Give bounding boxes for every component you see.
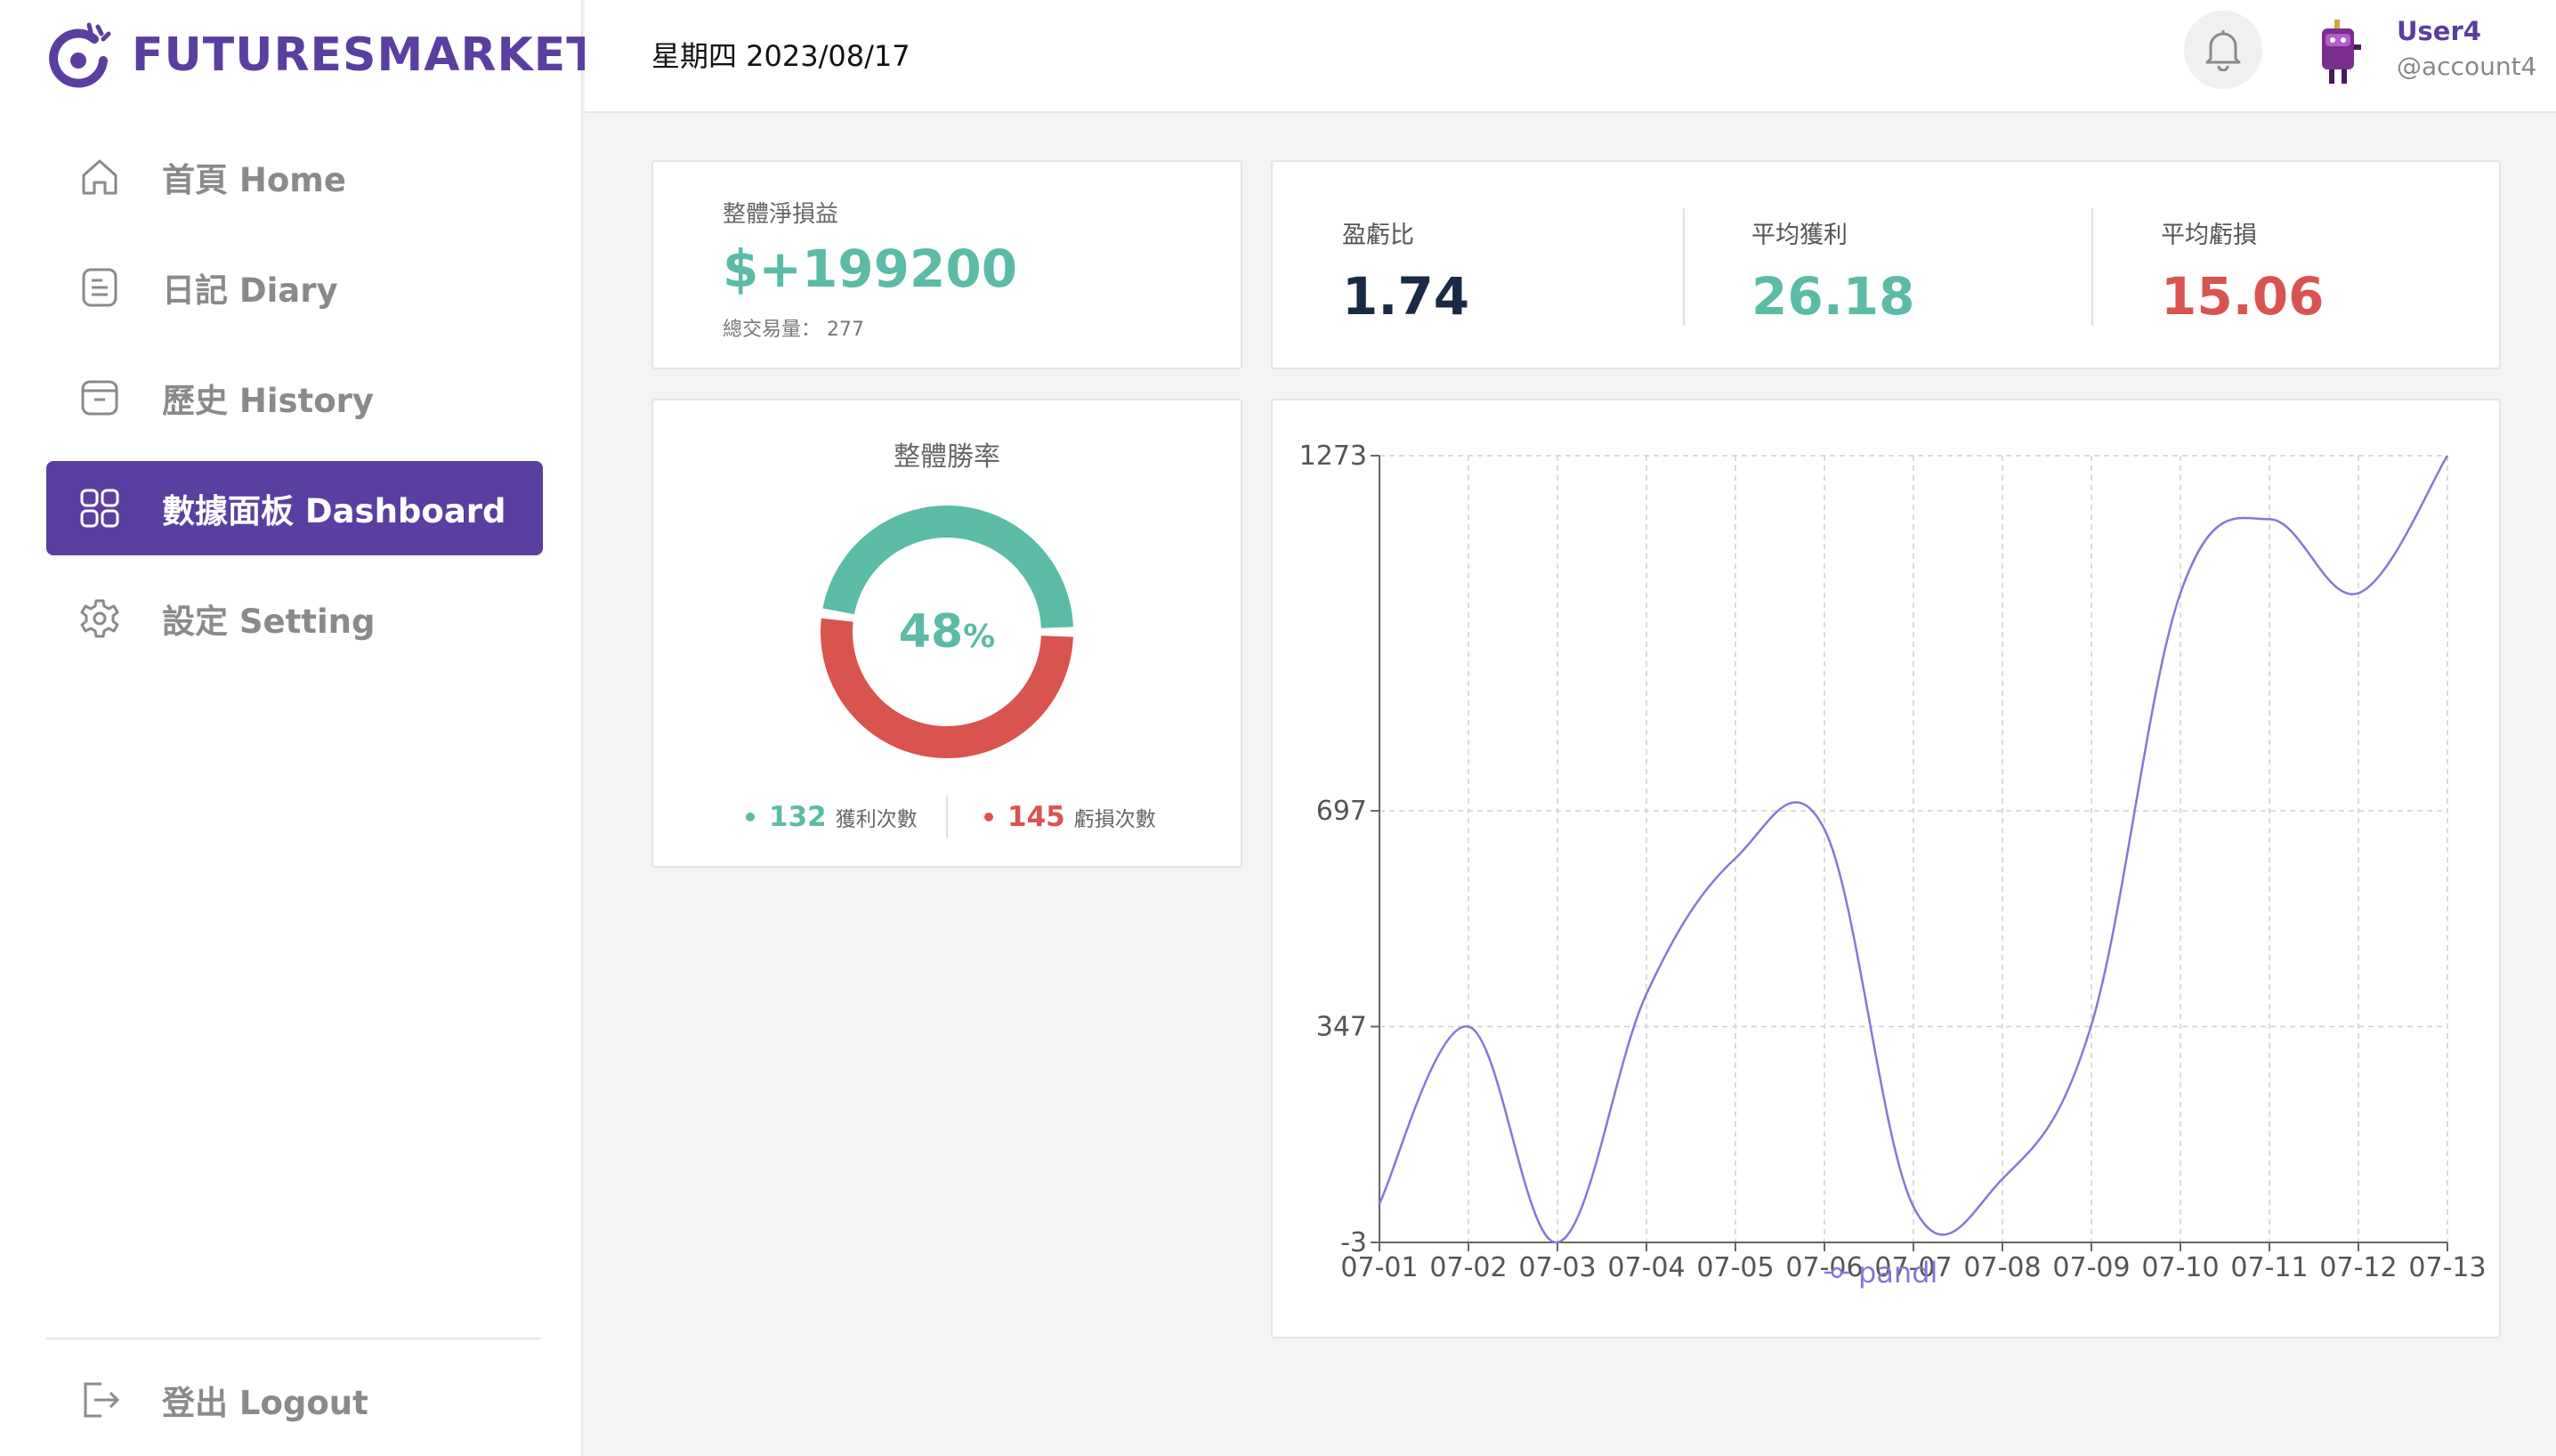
- average-profit-label: 平均獲利: [1751, 222, 1848, 249]
- sidebar: FUTURESMARKET 首頁 Home 日記 Diary 歷史 Histor…: [0, 0, 598, 1456]
- sidebar-item-label: 日記 Diary: [162, 271, 338, 310]
- document-icon: [82, 268, 117, 307]
- archive-icon: [81, 380, 118, 416]
- current-date: 星期四 2023/08/17: [651, 39, 910, 73]
- legend-marker-icon: [1831, 1266, 1843, 1279]
- profit-loss-ratio: 盈虧比 1.74: [1342, 215, 1469, 327]
- legend-label-pandl: pandl: [1858, 1256, 1937, 1290]
- logout-button[interactable]: 登出 Logout: [46, 1353, 543, 1447]
- sidebar-item-label: 設定 Setting: [162, 603, 376, 641]
- x-tick-label: 07-03: [1518, 1252, 1596, 1283]
- x-tick-label: 07-06: [1785, 1252, 1863, 1283]
- sidebar-item-dashboard[interactable]: 數據面板 Dashboard: [46, 461, 543, 555]
- x-tick-label: 07-13: [2408, 1252, 2486, 1283]
- average-loss: 平均虧損 15.06: [2161, 215, 2324, 327]
- sidebar-item-label: 首頁 Home: [162, 161, 346, 199]
- y-tick-label: 347: [1316, 1012, 1367, 1043]
- sidebar-item-label: 數據面板 Dashboard: [162, 492, 506, 530]
- losses-count: 145: [1007, 801, 1065, 833]
- x-tick-label: 07-01: [1340, 1252, 1418, 1283]
- x-tick-label: 07-09: [2052, 1252, 2130, 1283]
- y-tick-label: 697: [1316, 796, 1367, 827]
- profit-loss-ratio-label: 盈虧比: [1342, 222, 1414, 249]
- win-rate-percent: 48%: [898, 605, 996, 659]
- brand-logo[interactable]: FUTURESMARKET: [46, 20, 599, 91]
- avatar[interactable]: [2313, 14, 2366, 91]
- average-loss-value: 15.06: [2161, 266, 2325, 327]
- pandl-chart-card: -3 347 697 1273 07-01 07-02 07-03 07-04 07-05 07-…: [1271, 399, 2501, 1339]
- losses-dot: [984, 813, 993, 821]
- ratio-card: 盈虧比 1.74 平均獲利 26.18 平均虧損 15.06: [1271, 160, 2501, 369]
- net-pnl-value: $+199200: [723, 239, 1018, 299]
- brand-name: FUTURESMARKET: [132, 28, 599, 82]
- x-tick-label: 07-08: [1963, 1252, 2041, 1283]
- wins-count: 132: [769, 801, 827, 833]
- x-tick-label: 07-05: [1696, 1252, 1774, 1283]
- sidebar-divider: [46, 1338, 541, 1339]
- sidebar-item-history[interactable]: 歷史 History: [46, 351, 543, 445]
- net-pnl-card: 整體淨損益 $+199200 總交易量： 277: [651, 160, 1242, 369]
- profit-loss-ratio-value: 1.74: [1342, 266, 1470, 327]
- win-rate-title: 整體勝率: [894, 441, 1000, 473]
- user-handle: @account4: [2397, 52, 2537, 81]
- x-tick-label: 07-10: [2141, 1252, 2219, 1283]
- sidebar-item-label: 歷史 History: [162, 382, 375, 420]
- grid-icon: [80, 489, 119, 528]
- sidebar-nav: 首頁 Home 日記 Diary 歷史 History 數據面板 Dashboa…: [46, 130, 543, 682]
- y-tick-label: 1273: [1299, 441, 1367, 472]
- average-profit: 平均獲利 26.18: [1751, 215, 1914, 327]
- sidebar-item-home[interactable]: 首頁 Home: [46, 130, 543, 224]
- user-name[interactable]: User4: [2397, 16, 2481, 46]
- wins-label: 獲利次數: [835, 808, 918, 831]
- average-profit-value: 26.18: [1751, 266, 1915, 327]
- stat-divider: [1683, 208, 1685, 326]
- average-loss-label: 平均虧損: [2161, 222, 2257, 249]
- pandl-line-chart: -3347697127307-01 07-02 07-03 07-04 07-05 07-…: [1299, 441, 2487, 1290]
- legend-divider: [946, 796, 948, 838]
- bell-icon: [2205, 30, 2241, 71]
- win-rate-card: 整體勝率 48% 132 獲利次數 145 虧損次數: [651, 399, 1242, 868]
- sidebar-item-diary[interactable]: 日記 Diary: [46, 240, 543, 335]
- losses-legend: 145 虧損次數: [984, 801, 1156, 833]
- stat-divider: [2091, 208, 2093, 326]
- total-trades: 總交易量： 277: [723, 319, 864, 341]
- home-icon: [82, 159, 117, 195]
- losses-label: 虧損次數: [1073, 808, 1156, 831]
- net-pnl-label: 整體淨損益: [723, 201, 839, 228]
- x-tick-label: 07-12: [2319, 1252, 2397, 1283]
- logo-icon: [49, 22, 111, 88]
- x-tick-label: 07-11: [2230, 1252, 2308, 1283]
- wins-dot: [746, 813, 755, 821]
- gear-icon: [80, 599, 119, 638]
- notification-button[interactable]: [2184, 11, 2262, 89]
- wins-legend: 132 獲利次數: [746, 801, 918, 833]
- x-tick-label: 07-04: [1607, 1252, 1685, 1283]
- x-tick-label: 07-02: [1429, 1252, 1507, 1283]
- logout-label: 登出 Logout: [162, 1384, 368, 1422]
- logout-icon: [84, 1382, 120, 1418]
- sidebar-item-setting[interactable]: 設定 Setting: [46, 571, 543, 666]
- top-header: 星期四 2023/08/17 User4 @account4: [585, 0, 2556, 113]
